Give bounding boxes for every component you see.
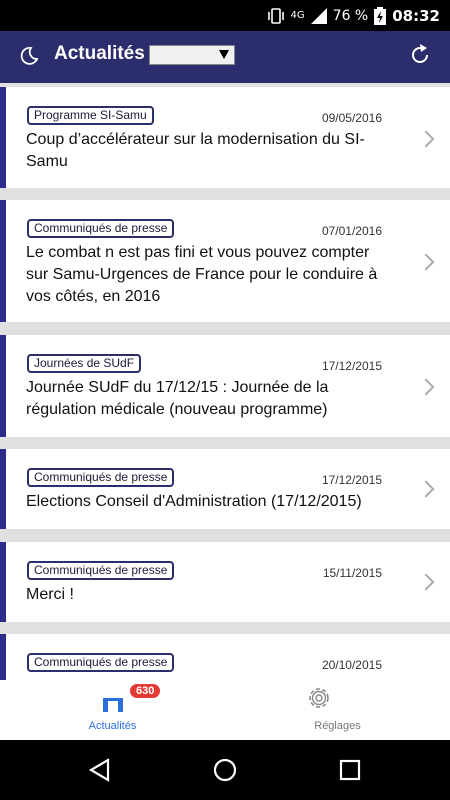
news-card[interactable]: Communiqués de presse 17/12/2015 Electio… (0, 449, 450, 529)
category-tag: Communiqués de presse (27, 653, 175, 672)
battery-percent: 76 % (332, 7, 369, 24)
status-bar: 4G 76 % 08:32 (0, 0, 450, 31)
news-card[interactable]: Journées de SUdF 17/12/2015 Journée SUdF… (0, 335, 450, 437)
status-icons: 4G 76 % 08:32 (267, 0, 440, 31)
category-tag: Programme SI-Samu (27, 106, 154, 125)
news-card[interactable]: Communiqués de presse 15/11/2015 Merci ! (0, 542, 450, 622)
app-bar: Actualités (0, 31, 450, 83)
news-date: 20/10/2015 (321, 658, 382, 672)
news-date: 17/12/2015 (321, 473, 382, 487)
news-list[interactable]: Programme SI-Samu 09/05/2016 Coup d’accé… (0, 83, 450, 680)
unread-badge: 630 (130, 684, 161, 698)
chevron-right-icon (417, 253, 435, 271)
news-date: 15/11/2015 (322, 566, 382, 580)
news-title: Merci ! (26, 586, 74, 603)
news-card[interactable]: Communiqués de presse 20/10/2015 (0, 634, 450, 680)
news-date: 09/05/2016 (321, 111, 382, 125)
tab-news[interactable]: 630 Actualités (0, 680, 225, 740)
clock: 08:32 (392, 6, 440, 25)
vibrate-icon (267, 7, 284, 24)
chevron-right-icon (417, 573, 435, 591)
chevron-right-icon (417, 480, 435, 498)
tab-news-label: Actualités (88, 720, 137, 732)
category-tag: Communiqués de presse (27, 561, 175, 580)
category-tag: Communiqués de presse (27, 219, 175, 238)
category-tag: Communiqués de presse (27, 468, 175, 487)
category-select[interactable] (149, 45, 235, 65)
recents-icon[interactable] (339, 759, 361, 781)
back-icon[interactable] (88, 758, 112, 782)
bottom-tab-bar: 630 Actualités Réglages (0, 680, 450, 740)
signal-icon (310, 7, 327, 24)
news-card[interactable]: Programme SI-Samu 09/05/2016 Coup d’accé… (0, 87, 450, 188)
news-date: 07/01/2016 (321, 224, 382, 238)
news-title: Journée SUdF du 17/12/15 : Journée de la… (26, 379, 329, 418)
gear-icon (309, 688, 329, 708)
news-date: 17/12/2015 (321, 359, 382, 373)
news-title: Coup d’accélérateur sur la modernisation… (26, 131, 365, 170)
tab-settings[interactable]: Réglages (225, 680, 450, 740)
home-nav-icon[interactable] (212, 757, 238, 783)
news-title: Elections Conseil d'Administration (17/1… (26, 493, 362, 510)
news-title: Le combat n est pas fini et vous pouvez … (26, 244, 378, 305)
home-icon (103, 698, 123, 712)
network-type: 4G (290, 10, 305, 21)
moon-icon[interactable] (18, 45, 40, 67)
chevron-right-icon (417, 130, 435, 148)
refresh-icon[interactable] (408, 43, 432, 67)
system-nav-bar (0, 740, 450, 800)
tab-settings-label: Réglages (314, 720, 361, 732)
chevron-right-icon (417, 378, 435, 396)
category-tag: Journées de SUdF (27, 354, 142, 373)
dropdown-arrow-icon (219, 50, 229, 59)
page-title: Actualités (54, 43, 145, 64)
battery-icon (374, 6, 387, 25)
news-card[interactable]: Communiqués de presse 07/01/2016 Le comb… (0, 200, 450, 322)
